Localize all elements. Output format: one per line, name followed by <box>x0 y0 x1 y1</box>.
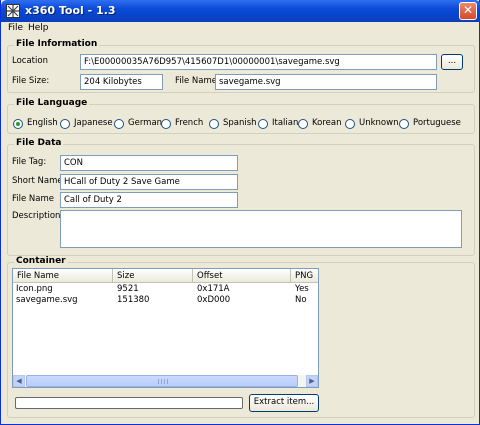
location-label: Location <box>12 56 48 66</box>
extract-item-button[interactable]: Extract item... <box>249 394 319 412</box>
radio-english-label: English <box>27 118 58 128</box>
radio-korean-label: Korean <box>312 118 342 128</box>
scroll-thumb[interactable] <box>26 375 298 387</box>
menu-help[interactable]: Help <box>28 23 49 33</box>
row-png: No <box>295 295 307 305</box>
short-name-label: Short Name <box>12 176 63 186</box>
short-name-field[interactable]: HCall of Duty 2 Save Game <box>60 174 238 190</box>
radio-french-dot[interactable] <box>161 119 171 129</box>
radio-portuguese-dot[interactable] <box>399 119 409 129</box>
list-row[interactable]: savegame.svg 151380 0xD000 No <box>13 295 318 306</box>
data-file-name-label: File Name <box>12 194 55 204</box>
title-bar[interactable]: x360 Tool - 1.3 ✕ <box>1 0 480 22</box>
row-png: Yes <box>295 284 309 294</box>
row-size: 151380 <box>117 295 150 305</box>
menu-file[interactable]: File <box>8 23 23 33</box>
radio-spanish-dot[interactable] <box>209 119 219 129</box>
extract-progress-bar <box>15 397 243 409</box>
row-file-name: savegame.svg <box>16 295 78 305</box>
column-size[interactable]: Size <box>113 269 193 283</box>
radio-french-label: French <box>175 118 204 128</box>
file-tag-label: File Tag: <box>12 157 47 167</box>
horizontal-scrollbar[interactable]: ◀ ▶ <box>13 375 318 387</box>
file-tag-field[interactable]: CON <box>60 155 238 171</box>
row-size: 9521 <box>117 284 139 294</box>
app-window: x360 Tool - 1.3 ✕ File Help File Informa… <box>0 0 480 425</box>
file-information-heading: File Information <box>14 39 100 49</box>
radio-portuguese-label: Portuguese <box>413 118 461 128</box>
container-file-list[interactable]: File Name Size Offset PNG Icon.png 9521 … <box>12 268 319 388</box>
radio-korean-dot[interactable] <box>298 119 308 129</box>
radio-italian-label: Italian <box>272 118 299 128</box>
file-data-heading: File Data <box>14 138 64 148</box>
radio-german-label: German <box>128 118 163 128</box>
file-language-heading: File Language <box>14 98 90 108</box>
radio-unknown-dot[interactable] <box>345 119 355 129</box>
file-name-label: File Name <box>175 76 218 86</box>
location-field[interactable]: F:\E00000035A76D957\415607D1\00000001\sa… <box>80 54 437 70</box>
file-name-field[interactable]: savegame.svg <box>215 74 437 90</box>
radio-english-dot[interactable] <box>13 119 23 129</box>
close-icon[interactable]: ✕ <box>459 2 477 20</box>
grip-icon <box>158 379 168 384</box>
radio-italian-dot[interactable] <box>258 119 268 129</box>
window-title: x360 Tool - 1.3 <box>25 4 116 17</box>
radio-spanish-label: Spanish <box>223 118 257 128</box>
column-png[interactable]: PNG <box>291 269 318 283</box>
file-size-field[interactable]: 204 Kilobytes <box>80 74 163 90</box>
container-heading: Container <box>14 256 68 266</box>
scroll-right-icon[interactable]: ▶ <box>306 375 318 387</box>
row-offset: 0x171A <box>197 284 230 294</box>
radio-japanese-label: Japanese <box>74 118 113 128</box>
radio-unknown-label: Unknown <box>359 118 399 128</box>
column-offset[interactable]: Offset <box>193 269 291 283</box>
list-row[interactable]: Icon.png 9521 0x171A Yes <box>13 284 318 295</box>
x360-logo-icon <box>6 4 20 18</box>
menu-bar: File Help <box>2 22 478 37</box>
row-offset: 0xD000 <box>197 295 231 305</box>
radio-japanese-dot[interactable] <box>60 119 70 129</box>
radio-german-dot[interactable] <box>114 119 124 129</box>
row-file-name: Icon.png <box>16 284 53 294</box>
column-file-name[interactable]: File Name <box>13 269 113 283</box>
description-field[interactable] <box>60 210 462 248</box>
list-header: File Name Size Offset PNG <box>13 269 318 283</box>
data-file-name-field[interactable]: Call of Duty 2 <box>60 192 238 208</box>
browse-button[interactable]: ... <box>441 54 463 70</box>
scroll-left-icon[interactable]: ◀ <box>13 375 25 387</box>
description-label: Description <box>12 211 61 221</box>
file-size-label: File Size: <box>12 76 50 86</box>
